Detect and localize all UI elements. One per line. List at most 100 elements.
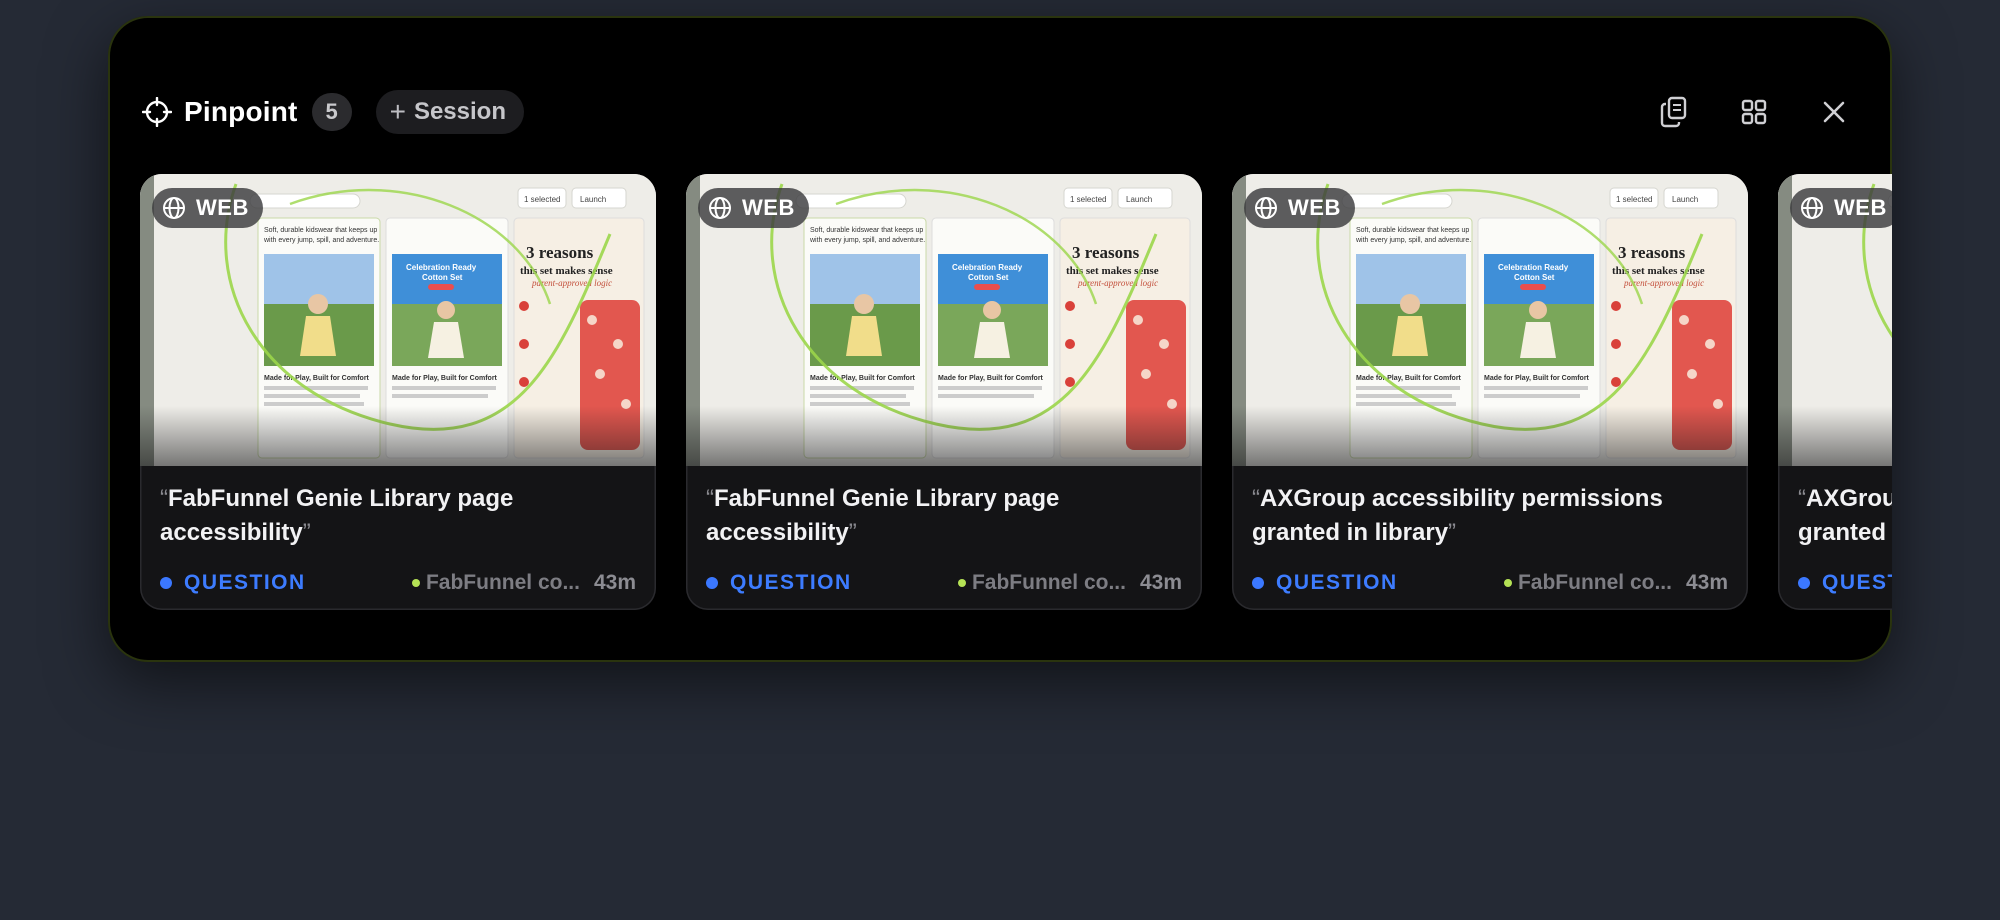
session-title: “AXGroup accessibility permissions grant… xyxy=(1252,482,1728,550)
svg-text:Cotton Set: Cotton Set xyxy=(422,273,463,282)
svg-text:with every jump, spill, and ad: with every jump, spill, and adventure. xyxy=(263,237,379,244)
session-title-text: FabFunnel Genie Library page accessibili… xyxy=(160,485,514,546)
session-meta: QUESTION FabFunnel co... 43m xyxy=(160,566,636,600)
copy-button[interactable] xyxy=(1650,90,1698,134)
platform-badge-label: WEB xyxy=(1834,195,1887,220)
project-dot xyxy=(957,579,966,587)
svg-text:Launch: Launch xyxy=(580,195,606,204)
screenshot-fade xyxy=(686,406,1202,466)
svg-text:Made for Play, Built for Comfo: Made for Play, Built for Comfort xyxy=(938,375,1044,382)
session-kind: QUESTION xyxy=(730,571,852,594)
session-age: 43m xyxy=(1685,571,1728,594)
svg-text:Cotton Set: Cotton Set xyxy=(968,273,1009,282)
kind-dot xyxy=(706,577,718,589)
svg-text:Soft, durable kidswear that ke: Soft, durable kidswear that keeps up xyxy=(810,227,923,234)
svg-text:1 selected: 1 selected xyxy=(524,195,560,204)
new-session-label: Session xyxy=(413,98,506,125)
session-card[interactable]: 1 selected Launch Soft, durable kidswear… xyxy=(140,174,656,610)
globe-icon xyxy=(163,197,185,219)
globe-icon xyxy=(1801,197,1823,219)
svg-text:Soft, durable kidswear that ke: Soft, durable kidswear that keeps up xyxy=(1356,227,1469,234)
close-quote: ” xyxy=(848,519,857,546)
new-session-button[interactable]: + Session xyxy=(375,90,524,134)
svg-text:Made for Play, Built for Comfo: Made for Play, Built for Comfort xyxy=(1484,375,1590,382)
panel-header: Pinpoint 5 + Session xyxy=(142,90,1858,134)
close-icon xyxy=(1823,101,1845,123)
platform-badge: WEB xyxy=(698,188,809,228)
svg-text:3 reasons: 3 reasons xyxy=(1618,243,1686,262)
grid-view-button[interactable] xyxy=(1730,90,1778,134)
svg-text:Launch: Launch xyxy=(1672,195,1698,204)
grid-icon xyxy=(1741,99,1767,125)
session-meta: QUESTION FabFunnel co... 43m xyxy=(1798,566,1892,600)
session-kind: QUESTION xyxy=(184,571,306,594)
session-project: FabFunnel co... xyxy=(425,571,580,594)
session-title: “AXGroup accessibility permissions grant… xyxy=(1798,482,1892,550)
platform-badge: WEB xyxy=(152,188,263,228)
platform-badge-label: WEB xyxy=(742,195,795,220)
header-actions xyxy=(1618,90,1858,134)
project-dot xyxy=(411,579,420,587)
svg-text:with every jump, spill, and ad: with every jump, spill, and adventure. xyxy=(809,237,925,244)
copy-icon xyxy=(1660,96,1687,128)
svg-text:Made for Play, Built for Comfo: Made for Play, Built for Comfort xyxy=(392,375,498,382)
pinpoint-panel: Pinpoint 5 + Session 1 selected Launch S… xyxy=(108,16,1892,662)
svg-text:1 selected: 1 selected xyxy=(1070,195,1106,204)
platform-badge: WEB xyxy=(1790,188,1892,228)
session-screenshot: 1 selected Launch Soft, durable kidswear… xyxy=(1778,174,1892,466)
svg-text:Launch: Launch xyxy=(1126,195,1152,204)
session-title-text: AXGroup accessibility permissions grante… xyxy=(1798,485,1892,546)
session-cards-row[interactable]: 1 selected Launch Soft, durable kidswear… xyxy=(140,160,1892,616)
project-dot xyxy=(1503,579,1512,587)
panel-title: Pinpoint xyxy=(184,96,298,127)
session-title-text: FabFunnel Genie Library page accessibili… xyxy=(706,485,1060,546)
session-screenshot: 1 selected Launch Soft, durable kidswear… xyxy=(686,174,1202,466)
svg-text:3 reasons: 3 reasons xyxy=(526,243,594,262)
session-project: FabFunnel co... xyxy=(1517,571,1672,594)
svg-text:Celebration Ready: Celebration Ready xyxy=(406,263,477,272)
session-kind: QUESTION xyxy=(1276,571,1398,594)
session-count-badge: 5 xyxy=(311,93,352,131)
globe-icon xyxy=(1255,197,1277,219)
session-title-text: AXGroup accessibility permissions grante… xyxy=(1252,485,1663,546)
platform-badge-label: WEB xyxy=(1288,195,1341,220)
crosshair-icon xyxy=(142,97,172,127)
session-screenshot: 1 selected Launch Soft, durable kidswear… xyxy=(1232,174,1748,466)
platform-badge: WEB xyxy=(1244,188,1355,228)
svg-text:Made for Play, Built for Comfo: Made for Play, Built for Comfort xyxy=(1356,375,1462,382)
screenshot-fade xyxy=(1778,406,1892,466)
session-screenshot: 1 selected Launch Soft, durable kidswear… xyxy=(140,174,656,466)
session-kind: QUESTION xyxy=(1822,571,1892,594)
session-title: “FabFunnel Genie Library page accessibil… xyxy=(160,482,636,550)
session-card[interactable]: 1 selected Launch Soft, durable kidswear… xyxy=(686,174,1202,610)
kind-dot xyxy=(1252,577,1264,589)
platform-badge-label: WEB xyxy=(196,195,249,220)
svg-text:1 selected: 1 selected xyxy=(1616,195,1652,204)
screenshot-fade xyxy=(1232,406,1748,466)
open-quote: “ xyxy=(706,485,714,512)
kind-dot xyxy=(1798,577,1810,589)
svg-text:Made for Play, Built for Comfo: Made for Play, Built for Comfort xyxy=(264,375,370,382)
session-meta: QUESTION FabFunnel co... 43m xyxy=(1252,566,1728,600)
svg-text:Celebration Ready: Celebration Ready xyxy=(1498,263,1569,272)
screenshot-fade xyxy=(140,406,656,466)
session-card[interactable]: 1 selected Launch Soft, durable kidswear… xyxy=(1232,174,1748,610)
session-title: “FabFunnel Genie Library page accessibil… xyxy=(706,482,1182,550)
svg-text:3 reasons: 3 reasons xyxy=(1072,243,1140,262)
svg-text:Soft, durable kidswear that ke: Soft, durable kidswear that keeps up xyxy=(264,227,377,234)
svg-text:with every jump, spill, and ad: with every jump, spill, and adventure. xyxy=(1355,237,1471,244)
close-quote: ” xyxy=(1448,519,1457,546)
open-quote: “ xyxy=(1798,485,1806,512)
open-quote: “ xyxy=(1252,485,1260,512)
session-age: 43m xyxy=(1139,571,1182,594)
svg-text:Celebration Ready: Celebration Ready xyxy=(952,263,1023,272)
session-meta: QUESTION FabFunnel co... 43m xyxy=(706,566,1182,600)
close-button[interactable] xyxy=(1810,90,1858,134)
session-project: FabFunnel co... xyxy=(971,571,1126,594)
session-card[interactable]: 1 selected Launch Soft, durable kidswear… xyxy=(1778,174,1892,610)
session-age: 43m xyxy=(593,571,636,594)
plus-icon: + xyxy=(389,96,406,127)
globe-icon xyxy=(709,197,731,219)
close-quote: ” xyxy=(302,519,311,546)
svg-text:Cotton Set: Cotton Set xyxy=(1514,273,1555,282)
